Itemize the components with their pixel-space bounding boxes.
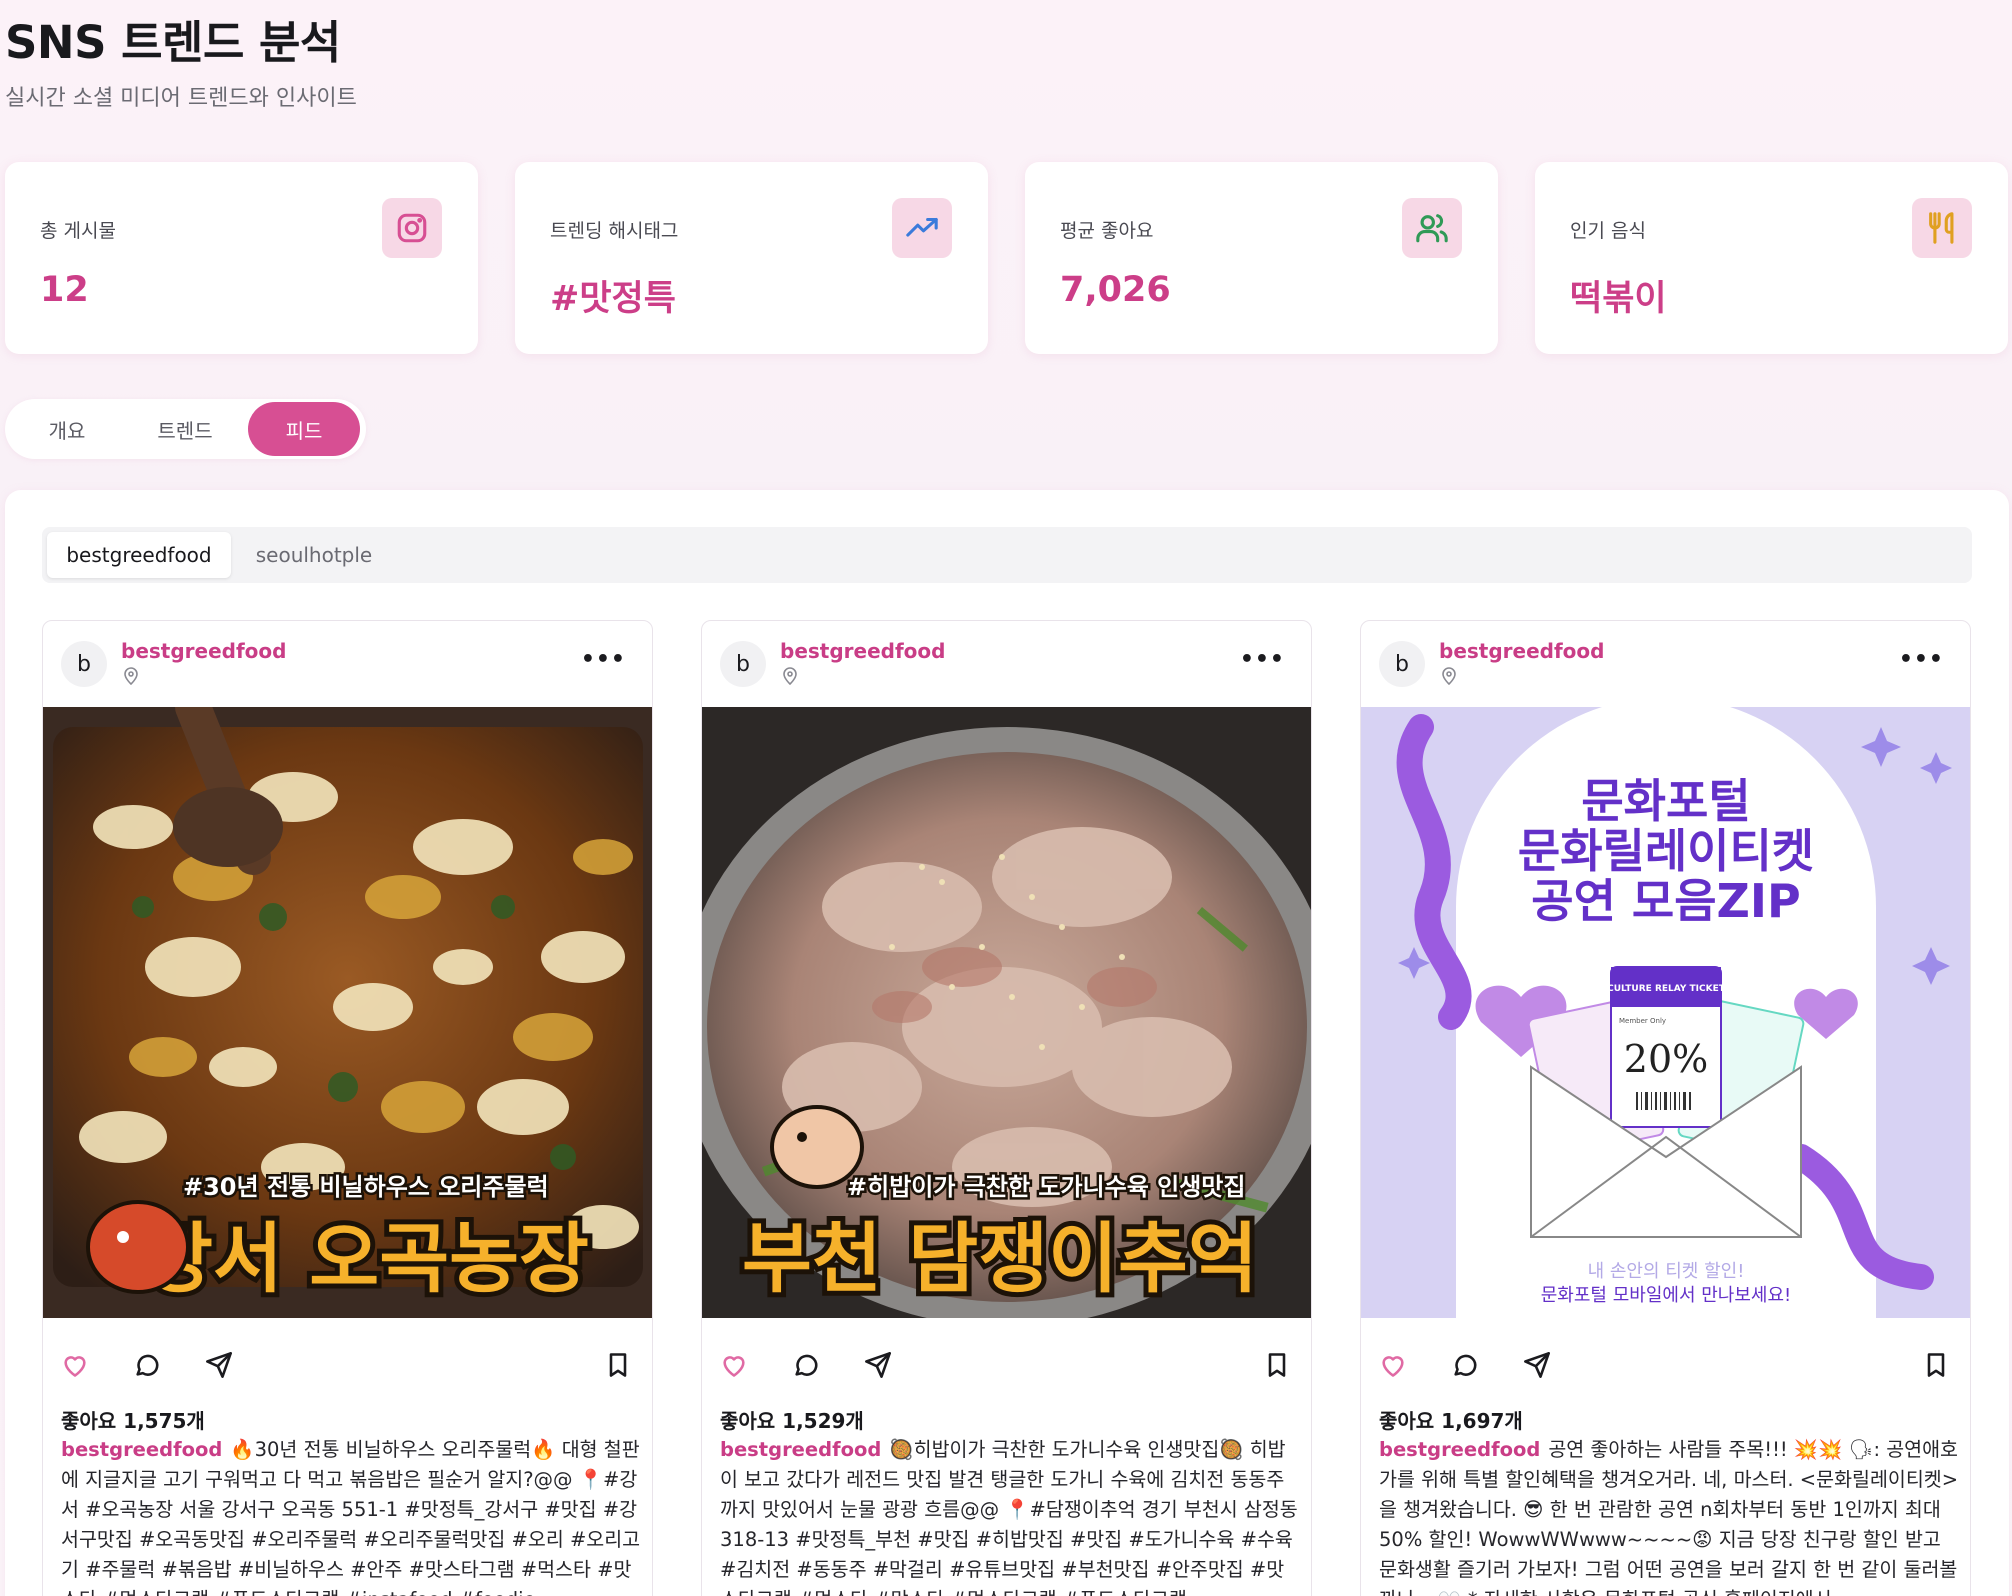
post-caption: bestgreedfood 🔥30년 전통 비닐하우스 오리주물럭🔥 대형 철판에… bbox=[61, 1435, 641, 1596]
more-options-icon[interactable]: ••• bbox=[1240, 647, 1285, 672]
image-subtitle-text: #히밥이가 극찬한 도가니수육 인생맛집 bbox=[847, 1173, 1245, 1201]
send-icon[interactable] bbox=[205, 1351, 235, 1381]
feed-panel: bestgreedfood seoulhotple b bestgreedfoo… bbox=[5, 490, 2009, 1596]
send-icon[interactable] bbox=[864, 1351, 894, 1381]
page-title: SNS 트렌드 분석 bbox=[5, 16, 341, 69]
post-header: b bestgreedfood ••• bbox=[702, 621, 1311, 707]
promo-title-line2: 문화릴레이티켓 bbox=[1518, 824, 1814, 878]
post-card: b bestgreedfood ••• bbox=[701, 620, 1312, 1596]
utensils-icon bbox=[1912, 198, 1972, 258]
page: SNS 트렌드 분석 실시간 소셜 미디어 트렌드와 인사이트 총 게시물 12… bbox=[0, 0, 2012, 1596]
post-username[interactable]: bestgreedfood bbox=[780, 639, 945, 663]
account-tab-bestgreedfood[interactable]: bestgreedfood bbox=[47, 532, 231, 578]
caption-username[interactable]: bestgreedfood bbox=[61, 1438, 222, 1461]
heart-icon[interactable] bbox=[61, 1351, 91, 1381]
location-pin-icon bbox=[124, 667, 138, 685]
more-options-icon[interactable]: ••• bbox=[1899, 647, 1944, 672]
heart-icon[interactable] bbox=[1379, 1351, 1409, 1381]
promo-title-line3: 공연 모음ZIP bbox=[1531, 874, 1800, 928]
stat-label: 평균 좋아요 bbox=[1060, 220, 1154, 242]
send-icon[interactable] bbox=[1523, 1351, 1553, 1381]
bookmark-icon[interactable] bbox=[604, 1351, 634, 1381]
bookmark-icon[interactable] bbox=[1922, 1351, 1952, 1381]
post-caption: bestgreedfood 공연 좋아하는 사람들 주목!!! 💥💥 🗣: 공연애… bbox=[1379, 1435, 1959, 1596]
post-image[interactable]: #30년 전통 비닐하우스 오리주물럭 강서 오곡농장 bbox=[43, 707, 652, 1318]
tab-trends[interactable]: 트렌드 bbox=[129, 402, 241, 456]
post-header: b bestgreedfood ••• bbox=[1361, 621, 1970, 707]
stat-card-total-posts: 총 게시물 12 bbox=[5, 162, 478, 354]
stat-label: 트렌딩 해시태그 bbox=[550, 220, 679, 242]
image-subtitle-text: #30년 전통 비닐하우스 오리주물럭 bbox=[183, 1173, 549, 1201]
meat-mascot-icon bbox=[770, 1105, 864, 1189]
stat-value: 7,026 bbox=[1060, 270, 1171, 310]
trending-up-icon bbox=[892, 198, 952, 258]
bookmark-icon[interactable] bbox=[1263, 1351, 1293, 1381]
post-card: b bestgreedfood ••• bbox=[42, 620, 653, 1596]
post-actions bbox=[43, 1341, 652, 1391]
food-photo-doganisuyuk: #히밥이가 극찬한 도가니수육 인생맛집 부천 담쟁이추억 bbox=[702, 707, 1311, 1318]
comment-icon[interactable] bbox=[1451, 1351, 1481, 1381]
food-photo-duck-bulgogi: #30년 전통 비닐하우스 오리주물럭 강서 오곡농장 bbox=[43, 707, 652, 1318]
post-image[interactable]: 문화포털 문화릴레이티켓 공연 모음ZIP CULTURE RELAY TICK… bbox=[1361, 707, 1970, 1318]
page-subtitle: 실시간 소셜 미디어 트렌드와 인사이트 bbox=[5, 86, 357, 111]
caption-text: 공연 좋아하는 사람들 주목!!! 💥💥 🗣: 공연애호가를 위해 특별 할인혜… bbox=[1379, 1438, 1959, 1596]
post-username[interactable]: bestgreedfood bbox=[1439, 639, 1604, 663]
promo-title-line1: 문화포털 bbox=[1581, 774, 1750, 828]
instagram-icon bbox=[382, 198, 442, 258]
like-count: 좋아요 1,575개 bbox=[61, 1409, 205, 1433]
avatar[interactable]: b bbox=[1379, 641, 1425, 687]
post-card: b bestgreedfood ••• 문화포털 문화릴레이티켓 공연 모음ZI… bbox=[1360, 620, 1971, 1596]
ticket-title: CULTURE RELAY TICKET bbox=[1607, 984, 1726, 994]
location-pin-icon bbox=[783, 667, 797, 685]
heart-icon[interactable] bbox=[720, 1351, 750, 1381]
caption-username[interactable]: bestgreedfood bbox=[720, 1438, 881, 1461]
stat-card-average-likes: 평균 좋아요 7,026 bbox=[1025, 162, 1498, 354]
image-title-text: 부천 담쟁이추억 bbox=[742, 1214, 1258, 1303]
account-tab-seoulhotple[interactable]: seoulhotple bbox=[240, 532, 388, 578]
tab-feed[interactable]: 피드 bbox=[248, 402, 360, 456]
stat-value: 12 bbox=[40, 270, 89, 310]
location-pin-icon bbox=[1442, 667, 1456, 685]
post-caption: bestgreedfood 🥘히밥이가 극찬한 도가니수육 인생맛집🥘 히밥이 보… bbox=[720, 1435, 1300, 1596]
avatar[interactable]: b bbox=[61, 641, 107, 687]
stats-row: 총 게시물 12 트렌딩 해시태그 #맛정특 평균 좋아요 7,026 인기 음… bbox=[5, 162, 2009, 354]
caption-username[interactable]: bestgreedfood bbox=[1379, 1438, 1540, 1461]
caption-text: 🔥30년 전통 비닐하우스 오리주물럭🔥 대형 철판에 지글지글 고기 구워먹고… bbox=[61, 1438, 641, 1596]
comment-icon[interactable] bbox=[133, 1351, 163, 1381]
duck-mascot-icon bbox=[86, 1200, 190, 1294]
stat-label: 총 게시물 bbox=[40, 220, 116, 242]
like-count: 좋아요 1,697개 bbox=[1379, 1409, 1523, 1433]
culture-ticket-promo-image: 문화포털 문화릴레이티켓 공연 모음ZIP CULTURE RELAY TICK… bbox=[1361, 707, 1970, 1318]
post-image[interactable]: #히밥이가 극찬한 도가니수육 인생맛집 부천 담쟁이추억 bbox=[702, 707, 1311, 1318]
stat-card-trending-hashtag: 트렌딩 해시태그 #맛정특 bbox=[515, 162, 988, 354]
ticket-member-label: Member Only bbox=[1619, 1017, 1666, 1025]
stat-value: 떡볶이 bbox=[1570, 279, 1667, 319]
more-options-icon[interactable]: ••• bbox=[581, 647, 626, 672]
promo-bottom-line1: 내 손안의 티켓 할인! bbox=[1588, 1261, 1745, 1282]
post-header: b bestgreedfood ••• bbox=[43, 621, 652, 707]
tab-overview[interactable]: 개요 bbox=[11, 402, 123, 456]
stat-label: 인기 음식 bbox=[1570, 220, 1646, 242]
view-tabs: 개요 트렌드 피드 bbox=[5, 399, 366, 459]
promo-bottom-line2: 문화포털 모바일에서 만나보세요! bbox=[1541, 1285, 1792, 1306]
image-title-text: 강서 오곡농장 bbox=[143, 1214, 589, 1303]
stat-card-popular-food: 인기 음식 떡볶이 bbox=[1535, 162, 2008, 354]
post-username[interactable]: bestgreedfood bbox=[121, 639, 286, 663]
post-actions bbox=[1361, 1341, 1970, 1391]
account-tabs: bestgreedfood seoulhotple bbox=[42, 527, 1972, 583]
stat-value: #맛정특 bbox=[550, 279, 676, 319]
post-actions bbox=[702, 1341, 1311, 1391]
avatar[interactable]: b bbox=[720, 641, 766, 687]
ticket-discount: 20% bbox=[1624, 1037, 1708, 1081]
users-icon bbox=[1402, 198, 1462, 258]
like-count: 좋아요 1,529개 bbox=[720, 1409, 864, 1433]
caption-text: 🥘히밥이가 극찬한 도가니수육 인생맛집🥘 히밥이 보고 갔다가 레전드 맛집 … bbox=[720, 1438, 1298, 1596]
comment-icon[interactable] bbox=[792, 1351, 822, 1381]
